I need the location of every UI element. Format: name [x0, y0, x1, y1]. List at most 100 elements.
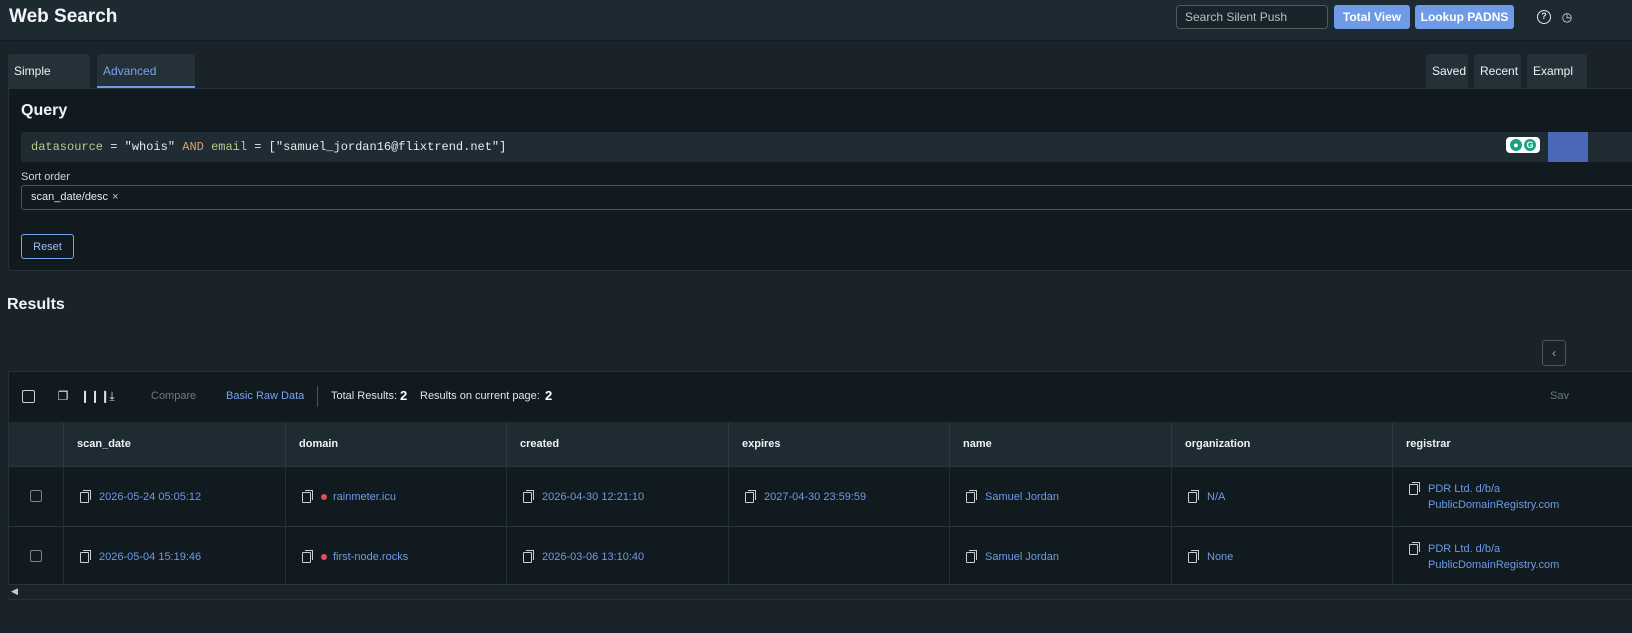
organization-cell: N/A: [1171, 467, 1392, 527]
scan-date-link[interactable]: 2026-05-24 05:05:12: [99, 491, 201, 503]
tab-saved[interactable]: Saved: [1426, 54, 1468, 88]
query-token: datasource: [31, 140, 104, 154]
column-header-created[interactable]: created: [506, 422, 728, 466]
organization-link[interactable]: None: [1207, 551, 1233, 563]
chevron-left-icon[interactable]: ‹: [1542, 340, 1566, 366]
page-results-value: 2: [545, 388, 553, 403]
expires-cell: 2027-04-30 23:59:59: [728, 467, 949, 527]
extension-badges: ● G: [1506, 137, 1540, 153]
expires-link[interactable]: 2027-04-30 23:59:59: [764, 491, 866, 503]
registrar-link[interactable]: PDR Ltd. d/b/a PublicDomainRegistry.com: [1428, 481, 1559, 513]
copy-icon[interactable]: [1188, 549, 1199, 563]
copy-icon[interactable]: [966, 549, 977, 563]
columns-icon[interactable]: ❙❙❙: [80, 389, 110, 403]
row-checkbox[interactable]: [30, 490, 42, 502]
page-title: Web Search: [9, 6, 118, 27]
sort-chip: scan_date/desc ×: [31, 191, 119, 203]
copy-icon[interactable]: [302, 549, 313, 563]
save-button[interactable]: Sav: [1550, 390, 1569, 402]
registrar-link[interactable]: PDR Ltd. d/b/a PublicDomainRegistry.com: [1428, 541, 1559, 573]
basic-raw-data-button[interactable]: Basic Raw Data: [226, 390, 304, 402]
query-token: ]: [499, 140, 507, 154]
table-header: scan_date domain created expires name or…: [9, 422, 1632, 466]
column-header-organization[interactable]: organization: [1171, 422, 1392, 466]
total-results-label: Total Results:: [331, 390, 398, 402]
bell-icon[interactable]: ◷: [1560, 10, 1574, 24]
copy-icon[interactable]: [1409, 542, 1420, 555]
domain-link[interactable]: rainmeter.icu: [333, 491, 396, 503]
question-circle-icon[interactable]: ?: [1537, 10, 1551, 24]
registrar-line: PDR Ltd. d/b/a: [1428, 483, 1501, 495]
column-header-name[interactable]: name: [949, 422, 1171, 466]
query-token: = [: [247, 140, 276, 154]
organization-cell: None: [1171, 527, 1392, 587]
copy-icon[interactable]: [523, 549, 534, 563]
domain-cell: rainmeter.icu: [285, 467, 506, 527]
row-select-cell: [9, 527, 63, 587]
name-link[interactable]: Samuel Jordan: [985, 551, 1059, 563]
tab-advanced-search[interactable]: Advanced Search: [97, 54, 195, 112]
copy-icon[interactable]: [302, 489, 313, 503]
sort-order-label: Sort order: [21, 171, 70, 183]
row-checkbox[interactable]: [30, 550, 42, 562]
download-icon[interactable]: ⤓: [105, 389, 119, 403]
registrar-cell: PDR Ltd. d/b/a PublicDomainRegistry.com: [1392, 527, 1632, 587]
scroll-left-icon[interactable]: ◀: [11, 586, 18, 597]
domain-cell: first-node.rocks: [285, 527, 506, 587]
total-view-button[interactable]: Total View: [1334, 5, 1410, 29]
tab-recent[interactable]: Recent: [1474, 54, 1521, 88]
run-query-button[interactable]: [1548, 132, 1588, 162]
risk-dot-icon: [321, 494, 327, 500]
organization-link[interactable]: N/A: [1207, 491, 1225, 503]
total-results-value: 2: [400, 388, 408, 403]
reset-button[interactable]: Reset: [21, 234, 74, 259]
column-header-expires[interactable]: expires: [728, 422, 949, 466]
column-header-scan-date[interactable]: scan_date: [63, 422, 285, 466]
domain-link[interactable]: first-node.rocks: [333, 551, 408, 563]
column-header-domain[interactable]: domain: [285, 422, 506, 466]
table-row: 2026-05-04 15:19:46 first-node.rocks 202…: [9, 526, 1632, 587]
global-search-input[interactable]: [1176, 5, 1328, 29]
created-link[interactable]: 2026-03-06 13:10:40: [542, 551, 644, 563]
query-editor[interactable]: datasource = "whois" AND email = ["samue…: [21, 132, 1632, 162]
scan-date-cell: 2026-05-24 05:05:12: [63, 467, 285, 527]
risk-dot-icon: [321, 554, 327, 560]
query-token: "samuel_jordan16@flixtrend.net": [275, 140, 500, 154]
scan-date-link[interactable]: 2026-05-04 15:19:46: [99, 551, 201, 563]
registrar-line: PublicDomainRegistry.com: [1428, 499, 1560, 511]
query-token: AND: [175, 140, 212, 154]
copy-icon[interactable]: [745, 489, 756, 503]
created-cell: 2026-03-06 13:10:40: [506, 527, 728, 587]
lookup-padns-button[interactable]: Lookup PADNS: [1415, 5, 1514, 29]
copy-icon[interactable]: [80, 489, 91, 503]
close-icon[interactable]: ×: [112, 191, 118, 203]
page-results-label: Results on current page:: [420, 390, 540, 402]
copy-icon[interactable]: ❐: [56, 389, 70, 403]
horizontal-scrollbar[interactable]: ◀: [8, 584, 1632, 599]
results-title: Results: [7, 296, 65, 313]
select-all-checkbox[interactable]: [22, 390, 35, 403]
lightbulb-icon[interactable]: ●: [1510, 139, 1522, 151]
top-bar: Web Search Total View Lookup PADNS ? ◷: [0, 0, 1632, 41]
name-cell: Samuel Jordan: [949, 467, 1171, 527]
grammarly-icon[interactable]: G: [1524, 139, 1536, 151]
registrar-line: PublicDomainRegistry.com: [1428, 559, 1560, 571]
expires-cell: [728, 527, 949, 587]
copy-icon[interactable]: [80, 549, 91, 563]
name-link[interactable]: Samuel Jordan: [985, 491, 1059, 503]
created-link[interactable]: 2026-04-30 12:21:10: [542, 491, 644, 503]
tab-examples[interactable]: Exampl: [1527, 54, 1587, 88]
copy-icon[interactable]: [966, 489, 977, 503]
divider: [317, 386, 318, 407]
compare-button[interactable]: Compare: [151, 390, 196, 402]
copy-icon[interactable]: [1188, 489, 1199, 503]
query-panel: Query datasource = "whois" AND email = […: [8, 88, 1632, 271]
copy-icon[interactable]: [523, 489, 534, 503]
sort-order-field[interactable]: scan_date/desc ×: [21, 185, 1632, 210]
copy-icon[interactable]: [1409, 482, 1420, 495]
column-header-registrar[interactable]: registrar: [1392, 422, 1632, 466]
tab-simple-search[interactable]: Simple Search: [8, 54, 90, 112]
results-toolbar: ❐ ❙❙❙ ⤓ Compare Basic Raw Data Total Res…: [9, 372, 1632, 422]
scan-date-cell: 2026-05-04 15:19:46: [63, 527, 285, 587]
row-select-cell: [9, 467, 63, 527]
